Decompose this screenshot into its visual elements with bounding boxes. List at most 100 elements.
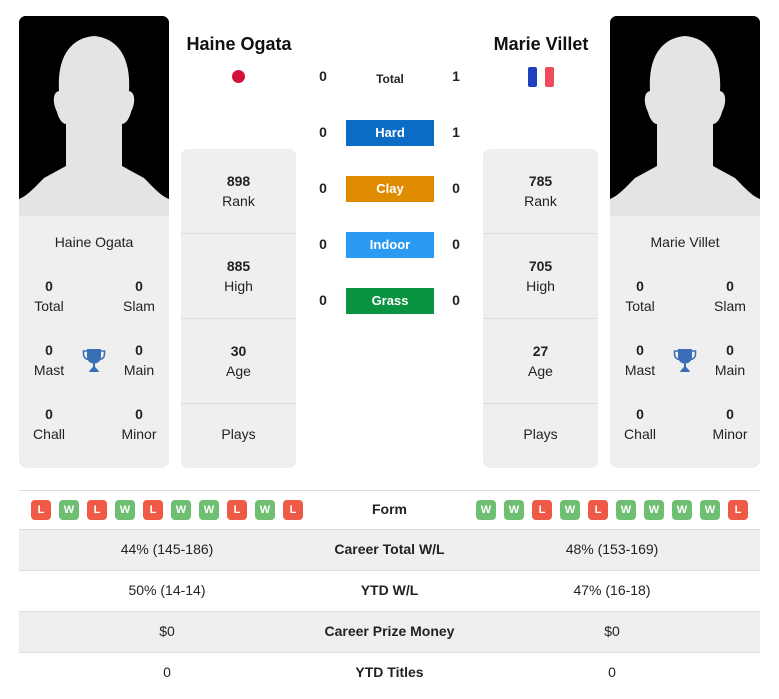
player-card-right: Marie Villet 0 Total 0 Slam 0 Mast 0 Main 0 C… — [610, 216, 760, 468]
france-flag-icon — [527, 67, 555, 87]
form-badge-win[interactable]: W — [115, 500, 135, 520]
h2h-row-clay: 0 Clay 0 — [300, 176, 480, 204]
stat-left-value: $0 — [159, 623, 175, 639]
titles-chall: 0 Chall — [19, 404, 79, 444]
stat-left-value: 44% (145-186) — [120, 541, 214, 557]
stat-label: Career Total W/L — [334, 541, 445, 557]
h2h-left-count: 0 — [319, 124, 327, 140]
stat-row-ytd-wl: 50% (14-14) YTD W/L 47% (16-18) — [19, 571, 760, 612]
titles-slam: 0 Slam — [700, 276, 760, 316]
player-card-left: Haine Ogata 0 Total 0 Slam 0 Mast 0 Main 0 Ch… — [19, 216, 169, 468]
h2h-row-indoor: 0 Indoor 0 — [300, 232, 480, 260]
rank-stat: 898 Rank — [181, 149, 296, 234]
titles-total-value: 0 — [45, 278, 53, 294]
h2h-left-count: 0 — [319, 292, 327, 308]
titles-mast-label: Mast — [624, 362, 656, 378]
titles-slam-label: Slam — [123, 298, 155, 314]
surface-badge-indoor[interactable]: Indoor — [346, 232, 434, 258]
form-badges-left: LWLWLWWLWL — [31, 500, 303, 520]
high-value: 885 — [226, 258, 251, 274]
titles-slam: 0 Slam — [109, 276, 169, 316]
titles-main-label: Main — [714, 362, 746, 378]
age-value: 30 — [230, 343, 247, 359]
player-card-name[interactable]: Marie Villet — [610, 234, 760, 250]
form-badge-win[interactable]: W — [59, 500, 79, 520]
titles-mast-label: Mast — [33, 362, 65, 378]
stat-label: YTD Titles — [355, 664, 424, 680]
form-badge-win[interactable]: W — [171, 500, 191, 520]
form-badge-loss[interactable]: L — [588, 500, 608, 520]
age-stat: 30 Age — [181, 319, 296, 404]
trophy-icon — [673, 349, 697, 372]
form-badge-loss[interactable]: L — [728, 500, 748, 520]
player-card-name[interactable]: Haine Ogata — [19, 234, 169, 250]
titles-chall-value: 0 — [45, 406, 53, 422]
form-badge-loss[interactable]: L — [532, 500, 552, 520]
titles-mast-value: 0 — [636, 342, 644, 358]
stat-right-value: $0 — [604, 623, 620, 639]
rank-value: 898 — [226, 173, 251, 189]
h2h-right-count: 0 — [452, 180, 460, 196]
stat-label: YTD W/L — [360, 582, 419, 598]
player-photo-left — [19, 16, 169, 216]
age-value: 27 — [532, 343, 549, 359]
h2h-row-total: 0 Total 1 — [300, 64, 480, 92]
surface-badge-clay[interactable]: Clay — [346, 176, 434, 202]
titles-mast-value: 0 — [45, 342, 53, 358]
form-label: Form — [372, 501, 407, 517]
surface-badge-hard[interactable]: Hard — [346, 120, 434, 146]
titles-main-value: 0 — [135, 342, 143, 358]
japan-flag-icon — [232, 70, 245, 83]
form-row: LWLWLWWLWL Form WWLWLWWWWL — [19, 490, 760, 530]
form-badge-win[interactable]: W — [504, 500, 524, 520]
form-badge-win[interactable]: W — [616, 500, 636, 520]
titles-slam-value: 0 — [726, 278, 734, 294]
high-stat: 705 High — [483, 234, 598, 319]
form-badge-loss[interactable]: L — [283, 500, 303, 520]
titles-total: 0 Total — [610, 276, 670, 316]
form-badge-loss[interactable]: L — [227, 500, 247, 520]
titles-total-label: Total — [34, 298, 64, 314]
stat-right-value: 47% (16-18) — [573, 582, 651, 598]
high-label: High — [224, 278, 253, 294]
h2h-row-hard: 0 Hard 1 — [300, 120, 480, 148]
titles-chall: 0 Chall — [610, 404, 670, 444]
form-badge-win[interactable]: W — [199, 500, 219, 520]
form-badge-loss[interactable]: L — [143, 500, 163, 520]
surface-badge-grass[interactable]: Grass — [346, 288, 434, 314]
avatar-silhouette-icon — [19, 16, 169, 216]
high-value: 705 — [528, 258, 553, 274]
player-name-left[interactable]: Haine Ogata — [164, 34, 314, 55]
form-badge-loss[interactable]: L — [31, 500, 51, 520]
form-badge-win[interactable]: W — [255, 500, 275, 520]
high-label: High — [526, 278, 555, 294]
titles-main: 0 Main — [700, 340, 760, 380]
form-badge-loss[interactable]: L — [87, 500, 107, 520]
h2h-right-count: 1 — [452, 68, 460, 84]
form-badge-win[interactable]: W — [700, 500, 720, 520]
h2h-right-count: 0 — [452, 236, 460, 252]
h2h-left-count: 0 — [319, 68, 327, 84]
titles-chall-label: Chall — [33, 426, 65, 442]
player-name-right[interactable]: Marie Villet — [466, 34, 616, 55]
h2h-left-count: 0 — [319, 236, 327, 252]
h2h-row-grass: 0 Grass 0 — [300, 288, 480, 316]
titles-main-label: Main — [123, 362, 155, 378]
plays-stat: Plays — [181, 404, 296, 468]
titles-slam-label: Slam — [714, 298, 746, 314]
titles-minor-value: 0 — [135, 406, 143, 422]
player-photo-right — [610, 16, 760, 216]
form-badge-win[interactable]: W — [672, 500, 692, 520]
titles-minor: 0 Minor — [109, 404, 169, 444]
titles-minor-value: 0 — [726, 406, 734, 422]
stat-left-value: 50% (14-14) — [128, 582, 206, 598]
form-badge-win[interactable]: W — [644, 500, 664, 520]
form-badge-win[interactable]: W — [476, 500, 496, 520]
form-badge-win[interactable]: W — [560, 500, 580, 520]
rank-label: Rank — [222, 193, 255, 209]
trophy-icon — [82, 349, 106, 372]
age-label: Age — [226, 363, 251, 379]
plays-label: Plays — [221, 426, 256, 442]
stat-row-career-total-wl: 44% (145-186) Career Total W/L 48% (153-… — [19, 530, 760, 571]
rank-value: 785 — [528, 173, 553, 189]
